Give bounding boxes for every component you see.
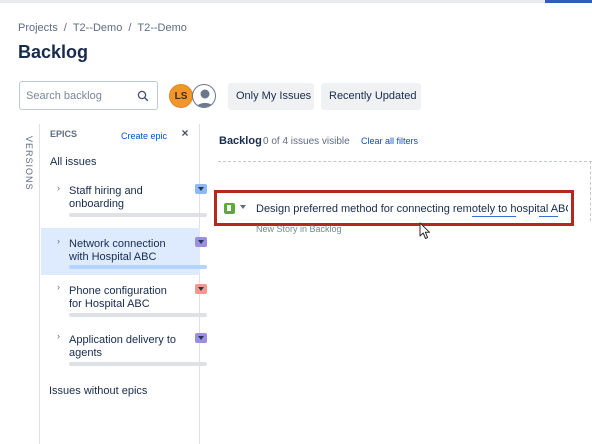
epic-menu-icon[interactable] [195, 333, 207, 343]
create-epic-link[interactable]: Create epic [121, 131, 167, 141]
epic-name: Staff hiring and onboarding [69, 185, 143, 210]
mouse-cursor-icon [419, 222, 430, 239]
story-icon[interactable] [224, 203, 235, 214]
chevron-right-icon[interactable]: › [57, 331, 60, 341]
page-title: Backlog [18, 42, 89, 62]
epic-progress-bar [69, 213, 207, 217]
epic-name: Network connection with Hospital ABC [69, 238, 166, 263]
breadcrumb: Projects / T2--Demo / T2--Demo [18, 22, 187, 34]
close-icon[interactable]: × [179, 127, 191, 139]
avatar-user-icon[interactable] [192, 84, 216, 108]
epic-item-network-connection[interactable]: › Network connection with Hospital ABC [41, 228, 207, 275]
all-issues-item[interactable]: All issues [50, 156, 96, 168]
chevron-down-icon[interactable] [240, 205, 246, 209]
epic-item-application-delivery[interactable]: › Application delivery to agents [41, 325, 207, 373]
issues-without-epics-item[interactable]: Issues without epics [49, 385, 147, 397]
clear-filters-link[interactable]: Clear all filters [361, 136, 418, 146]
search-input[interactable] [26, 88, 136, 104]
epic-progress-bar [69, 265, 207, 269]
top-bar-accent [545, 0, 592, 3]
versions-tab[interactable]: VERSIONS [20, 124, 40, 444]
epic-progress-bar [69, 362, 207, 366]
epic-progress-bar [69, 313, 207, 317]
avatar-ls[interactable]: LS [169, 84, 193, 108]
only-my-issues-button[interactable]: Only My Issues [228, 83, 314, 110]
breadcrumb-project[interactable]: T2--Demo [73, 22, 123, 34]
top-bar [0, 0, 592, 3]
breadcrumb-separator: / [128, 22, 132, 34]
spellcheck-underline [539, 216, 558, 217]
backlog-drop-zone-edge [590, 161, 591, 221]
epic-name: Application delivery to agents [69, 334, 177, 359]
breadcrumb-projects[interactable]: Projects [18, 22, 58, 34]
breadcrumb-board[interactable]: T2--Demo [137, 22, 187, 34]
search-box[interactable] [19, 81, 158, 110]
chevron-right-icon[interactable]: › [57, 236, 60, 246]
new-issue-input[interactable] [256, 201, 568, 217]
epic-name: Phone configuration for Hospital ABC [69, 285, 167, 310]
breadcrumb-separator: / [63, 22, 67, 34]
epic-menu-icon[interactable] [195, 284, 207, 294]
epic-item-phone-configuration[interactable]: › Phone configuration for Hospital ABC [41, 276, 207, 324]
chevron-right-icon[interactable]: › [57, 282, 60, 292]
backlog-issue-count: 0 of 4 issues visible [263, 136, 350, 147]
epic-menu-icon[interactable] [195, 184, 207, 194]
versions-label[interactable]: VERSIONS [24, 136, 34, 191]
spellcheck-underline [472, 216, 516, 217]
backlog-title: Backlog [219, 135, 262, 147]
epics-header: EPICS [50, 129, 78, 139]
chevron-right-icon[interactable]: › [57, 183, 60, 193]
epic-item-staff-hiring[interactable]: › Staff hiring and onboarding [41, 176, 207, 228]
new-issue-editor[interactable] [214, 190, 574, 226]
new-issue-hint: New Story in Backlog [256, 224, 342, 234]
search-icon[interactable] [136, 89, 150, 103]
epic-menu-icon[interactable] [195, 237, 207, 247]
backlog-drop-zone [218, 161, 592, 162]
recently-updated-button[interactable]: Recently Updated [321, 83, 421, 110]
